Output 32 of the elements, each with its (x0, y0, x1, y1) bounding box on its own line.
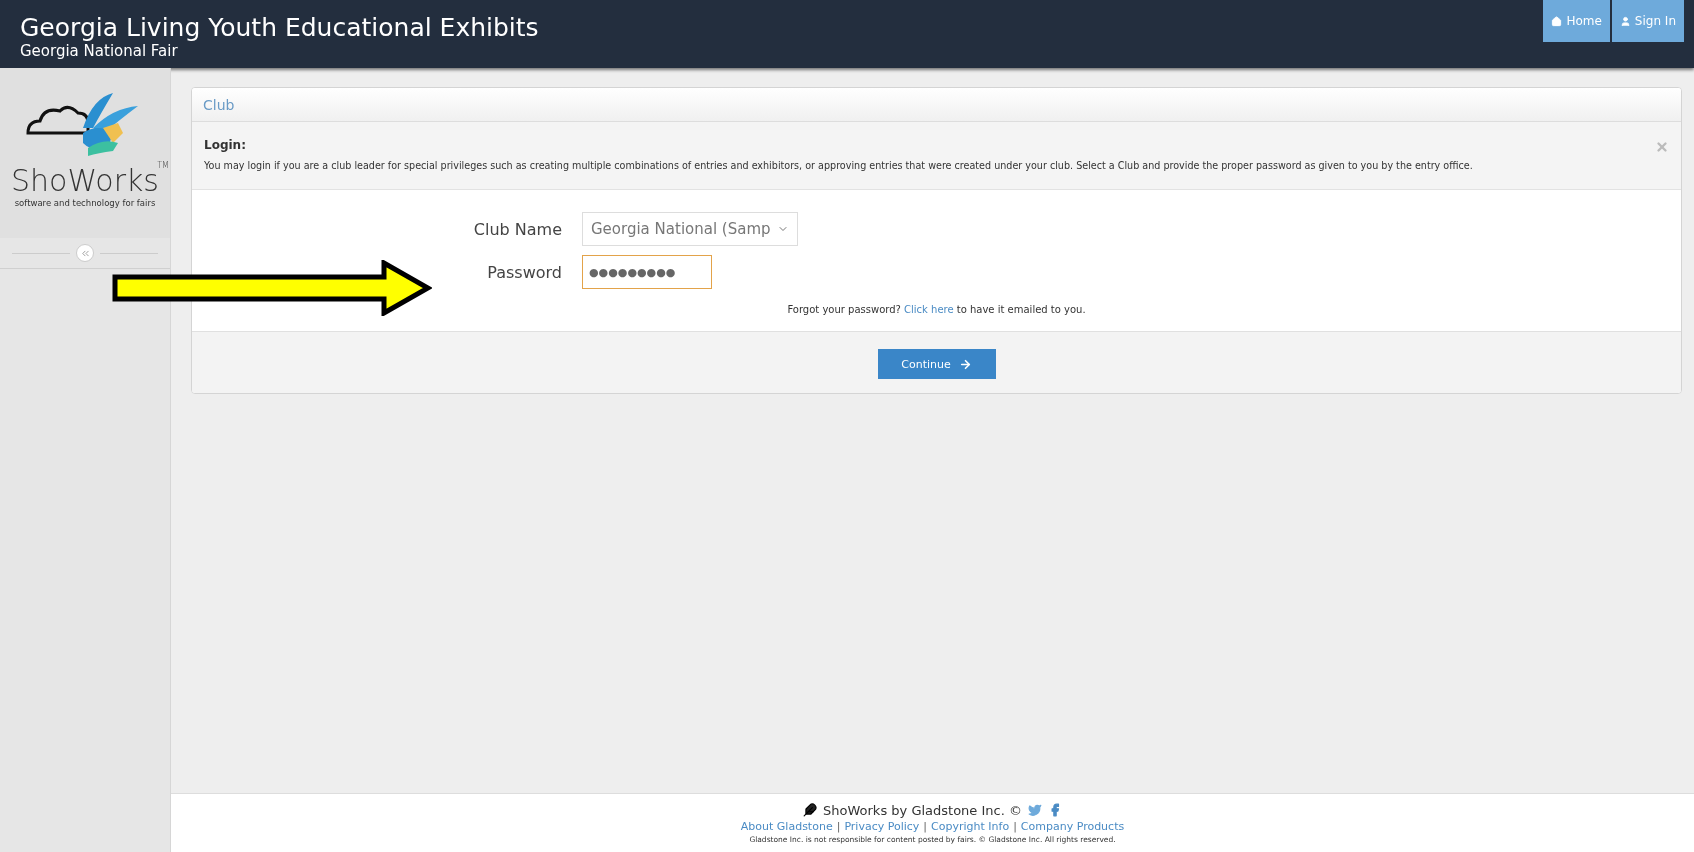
home-icon (1551, 15, 1563, 27)
footer-link[interactable]: Copyright Info (931, 819, 1010, 833)
close-icon (1655, 140, 1669, 154)
field-label: Club Name (473, 219, 562, 239)
user-icon (1619, 15, 1631, 27)
footer-link[interactable]: Privacy Policy (844, 819, 920, 833)
close-button[interactable] (1655, 140, 1669, 154)
link-separator: | (923, 819, 928, 833)
collapse-sidebar-button[interactable] (76, 244, 94, 262)
link-separator: | (836, 819, 841, 833)
footer-brand: ShoWorks by Gladstone Inc. © (823, 802, 1022, 818)
arrow-right-icon (958, 357, 972, 371)
forgot-password-text: Forgot your password? Click here to have it emailed to you. (786, 304, 1087, 315)
click-here-link[interactable]: Click here (904, 304, 954, 315)
password-field[interactable]: ●●●●●●●●● (582, 255, 712, 289)
twitter-icon[interactable] (1027, 803, 1042, 817)
club-select[interactable]: Georgia National (Samp (582, 212, 798, 246)
nav-link[interactable]: Sign In (1611, 0, 1684, 42)
field-label: Password (487, 262, 562, 282)
alert-heading: Login: (204, 138, 246, 152)
site-subtitle: Georgia National Fair (20, 42, 179, 60)
site-title: Georgia Living Youth Educational Exhibits (20, 14, 539, 42)
logo-tagline: software and technology for fairs (14, 198, 156, 208)
footer-link[interactable]: Company Products (1020, 819, 1125, 833)
link-separator: | (1013, 819, 1017, 833)
panel-title: Club (203, 96, 235, 113)
feather-icon (803, 803, 818, 817)
nav-link[interactable]: Home (1543, 0, 1610, 42)
continue-button[interactable]: Continue (877, 349, 996, 379)
footer-link[interactable]: About Gladstone (740, 819, 833, 833)
alert-text: You may login if you are a club leader for special privileges such as creating multiple combinations of entries and exhibitors, or approving entries that were created under your club. Select a Club and provide the proper password as given to you by the entry office. (204, 160, 1474, 171)
trademark-mark: TM (157, 161, 169, 170)
